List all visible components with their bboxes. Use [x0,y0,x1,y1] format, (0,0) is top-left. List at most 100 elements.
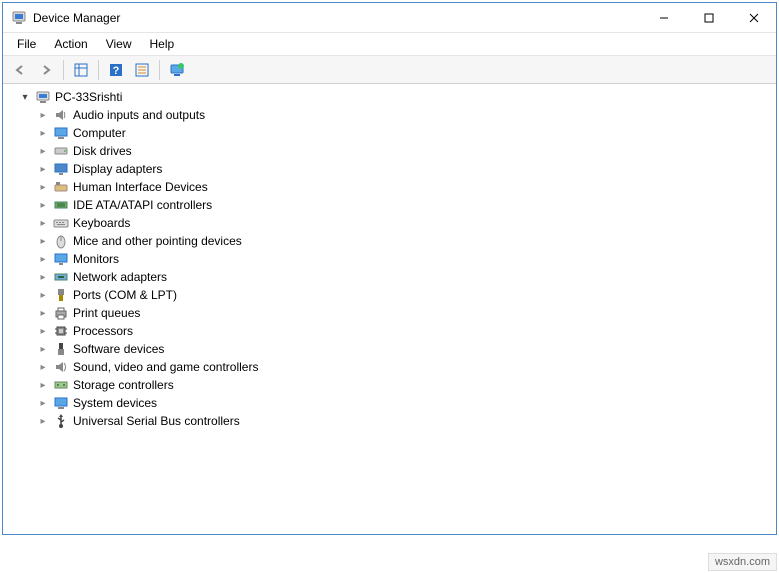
tree-category[interactable]: Audio inputs and outputs [5,106,774,124]
tree-category[interactable]: System devices [5,394,774,412]
tree-category[interactable]: Universal Serial Bus controllers [5,412,774,430]
tree-category[interactable]: Network adapters [5,268,774,286]
tree-category-label: Storage controllers [73,378,174,392]
tree-category[interactable]: Human Interface Devices [5,178,774,196]
usb-icon [53,413,69,429]
tree-category-label: Audio inputs and outputs [73,108,205,122]
disk-icon [53,143,69,159]
tree-category[interactable]: Disk drives [5,142,774,160]
expand-icon[interactable] [37,235,49,247]
display-icon [53,161,69,177]
expand-icon[interactable] [37,109,49,121]
tree-category[interactable]: Sound, video and game controllers [5,358,774,376]
tree-root-label: PC-33Srishti [55,90,122,104]
tree-category-label: Network adapters [73,270,167,284]
tree-category-label: Display adapters [73,162,162,176]
expand-icon[interactable] [19,91,31,103]
properties-button[interactable] [131,59,153,81]
expand-icon[interactable] [37,163,49,175]
help-button[interactable]: ? [105,59,127,81]
back-button[interactable] [9,59,31,81]
expand-icon[interactable] [37,145,49,157]
hid-icon [53,179,69,195]
cpu-icon [53,323,69,339]
sound-icon [53,359,69,375]
toolbar-separator [98,60,99,80]
tree-category-label: System devices [73,396,157,410]
svg-text:?: ? [113,65,120,77]
tree-category[interactable]: Processors [5,322,774,340]
tree-root[interactable]: PC-33Srishti [5,88,774,106]
computer-icon [35,89,51,105]
tree-category[interactable]: Computer [5,124,774,142]
close-button[interactable] [731,3,776,32]
tree-category-label: Human Interface Devices [73,180,208,194]
expand-icon[interactable] [37,271,49,283]
minimize-button[interactable] [641,3,686,32]
forward-button[interactable] [35,59,57,81]
tree-category-label: Computer [73,126,126,140]
expand-icon[interactable] [37,253,49,265]
expand-icon[interactable] [37,415,49,427]
titlebar: Device Manager [3,3,776,33]
tree-category[interactable]: Storage controllers [5,376,774,394]
maximize-button[interactable] [686,3,731,32]
keyboard-icon [53,215,69,231]
device-tree[interactable]: PC-33Srishti Audio inputs and outputs Com… [3,84,776,534]
expand-icon[interactable] [37,343,49,355]
watermark: wsxdn.com [708,553,777,571]
tree-category-label: Print queues [73,306,140,320]
tree-category[interactable]: Monitors [5,250,774,268]
tree-category-label: Monitors [73,252,119,266]
software-icon [53,341,69,357]
expand-icon[interactable] [37,307,49,319]
toolbar: ? [3,56,776,84]
ide-icon [53,197,69,213]
tree-category-label: Ports (COM & LPT) [73,288,177,302]
tree-category-label: Software devices [73,342,164,356]
monitor-icon [53,251,69,267]
expand-icon[interactable] [37,289,49,301]
tree-category[interactable]: Ports (COM & LPT) [5,286,774,304]
menubar: File Action View Help [3,33,776,56]
printer-icon [53,305,69,321]
mouse-icon [53,233,69,249]
port-icon [53,287,69,303]
show-hide-console-tree-button[interactable] [70,59,92,81]
tree-category-label: Keyboards [73,216,130,230]
menu-file[interactable]: File [9,35,44,53]
window-controls [641,3,776,32]
toolbar-separator [159,60,160,80]
scan-hardware-button[interactable] [166,59,188,81]
tree-category-label: IDE ATA/ATAPI controllers [73,198,212,212]
computer-icon [53,125,69,141]
tree-category[interactable]: Print queues [5,304,774,322]
audio-icon [53,107,69,123]
toolbar-separator [63,60,64,80]
expand-icon[interactable] [37,127,49,139]
tree-category[interactable]: Software devices [5,340,774,358]
tree-category-label: Universal Serial Bus controllers [73,414,240,428]
expand-icon[interactable] [37,397,49,409]
menu-help[interactable]: Help [142,35,183,53]
tree-category-label: Mice and other pointing devices [73,234,242,248]
expand-icon[interactable] [37,217,49,229]
expand-icon[interactable] [37,361,49,373]
expand-icon[interactable] [37,379,49,391]
system-icon [53,395,69,411]
storage-icon [53,377,69,393]
app-icon [11,10,27,26]
tree-category-label: Disk drives [73,144,132,158]
menu-view[interactable]: View [98,35,140,53]
tree-category[interactable]: Keyboards [5,214,774,232]
tree-category[interactable]: IDE ATA/ATAPI controllers [5,196,774,214]
tree-category[interactable]: Display adapters [5,160,774,178]
tree-category[interactable]: Mice and other pointing devices [5,232,774,250]
expand-icon[interactable] [37,325,49,337]
expand-icon[interactable] [37,181,49,193]
menu-action[interactable]: Action [46,35,95,53]
expand-icon[interactable] [37,199,49,211]
tree-category-label: Sound, video and game controllers [73,360,258,374]
network-icon [53,269,69,285]
window-title: Device Manager [33,11,641,25]
